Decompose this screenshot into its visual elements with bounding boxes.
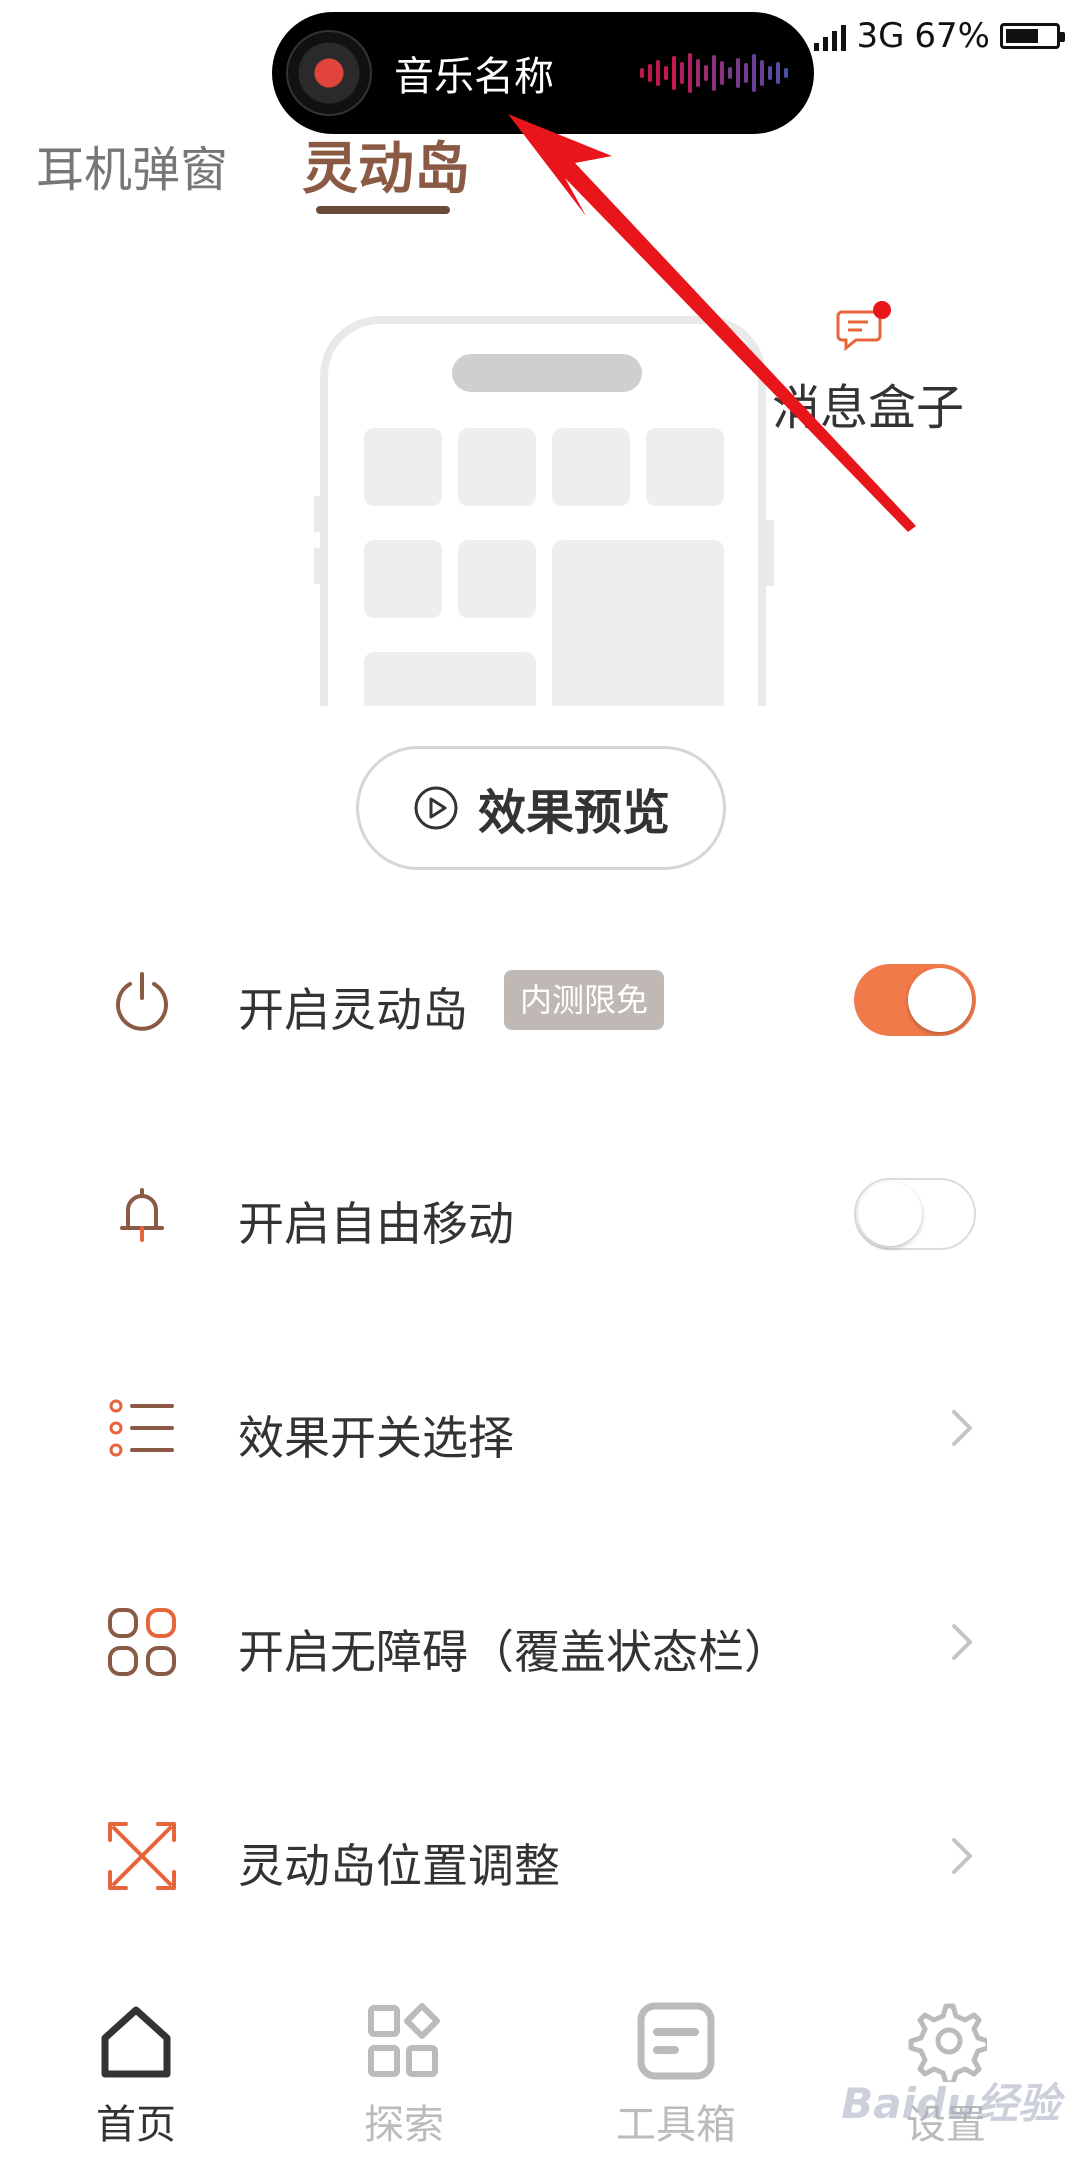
watermark-logo: Baidu经验 <box>841 2079 1060 2128</box>
tab-earphone-popup[interactable]: 耳机弹窗 <box>36 130 228 200</box>
play-circle-icon <box>414 786 458 830</box>
waveform-bar <box>648 64 652 82</box>
nav-home[interactable]: 首页 <box>56 2000 216 2150</box>
effect-preview-label: 效果预览 <box>477 785 670 841</box>
song-title: 音乐名称 <box>394 54 554 100</box>
beta-free-badge: 内测限免 <box>504 970 665 1030</box>
home-icon <box>101 2006 171 2078</box>
setting-row-accessibility[interactable]: 开启无障碍（覆盖状态栏） <box>0 1582 1080 1702</box>
setting-label: 效果开关选择 <box>238 1411 514 1465</box>
waveform-bar <box>744 63 748 83</box>
app-tile <box>364 540 442 618</box>
list-icon <box>109 1399 174 1457</box>
waveform-bar <box>720 61 724 85</box>
battery-icon <box>1000 23 1065 49</box>
free-move-toggle[interactable] <box>854 1178 976 1250</box>
waveform-bar <box>776 62 780 84</box>
toggle-knob <box>858 1182 922 1246</box>
app-tile <box>552 428 630 506</box>
setting-label: 灵动岛位置调整 <box>238 1839 560 1893</box>
setting-label: 开启灵动岛 <box>238 983 468 1037</box>
enable-island-toggle[interactable] <box>854 964 976 1036</box>
waveform-bar <box>784 68 788 78</box>
grid-icon <box>108 1608 176 1676</box>
message-box-label[interactable]: 消息盒子 <box>772 368 964 438</box>
waveform-bar <box>760 60 764 86</box>
vinyl-disc-icon <box>286 30 372 116</box>
toggle-knob <box>908 968 972 1032</box>
resize-icon <box>108 1822 176 1890</box>
setting-label: 开启无障碍（覆盖状态栏） <box>238 1625 790 1679</box>
nav-toolbox[interactable]: 工具箱 <box>596 2000 756 2150</box>
waveform-bar <box>656 60 660 86</box>
setting-row-free-move[interactable]: 开启自由移动 <box>0 1154 1080 1274</box>
app-tile <box>458 428 536 506</box>
setting-row-position[interactable]: 灵动岛位置调整 <box>0 1796 1080 1916</box>
nav-label: 探索 <box>364 2102 444 2148</box>
phone-side-button <box>314 496 322 532</box>
waveform-bar <box>640 68 644 78</box>
signal-icon <box>814 21 847 51</box>
waveform-bar <box>672 56 676 90</box>
nav-label: 首页 <box>96 2102 176 2148</box>
battery-percent: 67% <box>914 16 990 56</box>
widget-tile <box>552 540 724 706</box>
waveform-bar <box>664 66 668 80</box>
waveform-bar <box>736 58 740 88</box>
chevron-right-icon <box>952 1624 972 1660</box>
toolbox-icon <box>637 2002 715 2080</box>
phone-notch <box>452 354 642 392</box>
waveform-bar <box>752 54 756 92</box>
app-tile <box>364 428 442 506</box>
explore-icon <box>368 2003 440 2077</box>
chevron-right-icon <box>952 1410 972 1446</box>
setting-row-enable-island[interactable]: 开启灵动岛 内测限免 <box>0 940 1080 1060</box>
nav-label: 工具箱 <box>616 2102 736 2148</box>
nav-explore[interactable]: 探索 <box>324 2000 484 2150</box>
dynamic-island[interactable]: 音乐名称 <box>272 12 814 134</box>
waveform-bar <box>680 62 684 84</box>
setting-row-effect-switch[interactable]: 效果开关选择 <box>0 1368 1080 1488</box>
waveform-bar <box>712 55 716 91</box>
phone-side-button <box>314 548 322 584</box>
network-label: 3G <box>856 16 905 56</box>
tab-dynamic-island[interactable]: 灵动岛 <box>302 124 470 205</box>
waveform-bar <box>696 59 700 87</box>
widget-tile <box>364 652 536 706</box>
app-tile <box>458 540 536 618</box>
effect-preview-button[interactable]: 效果预览 <box>356 746 726 870</box>
tab-active-indicator <box>316 206 450 214</box>
setting-label: 开启自由移动 <box>238 1197 514 1251</box>
phone-side-button <box>766 520 774 586</box>
status-bar: 3G 67% <box>814 14 1065 58</box>
waveform-bar <box>688 53 692 93</box>
phone-illustration <box>320 316 766 706</box>
waveform-bar <box>704 65 708 81</box>
bell-icon <box>120 1188 164 1242</box>
power-icon <box>116 972 168 1031</box>
waveform-bar <box>768 66 772 80</box>
message-box-icon[interactable] <box>836 300 892 356</box>
waveform-icon <box>640 50 788 96</box>
chevron-right-icon <box>952 1838 972 1874</box>
waveform-bar <box>728 67 732 79</box>
app-tile <box>646 428 724 506</box>
